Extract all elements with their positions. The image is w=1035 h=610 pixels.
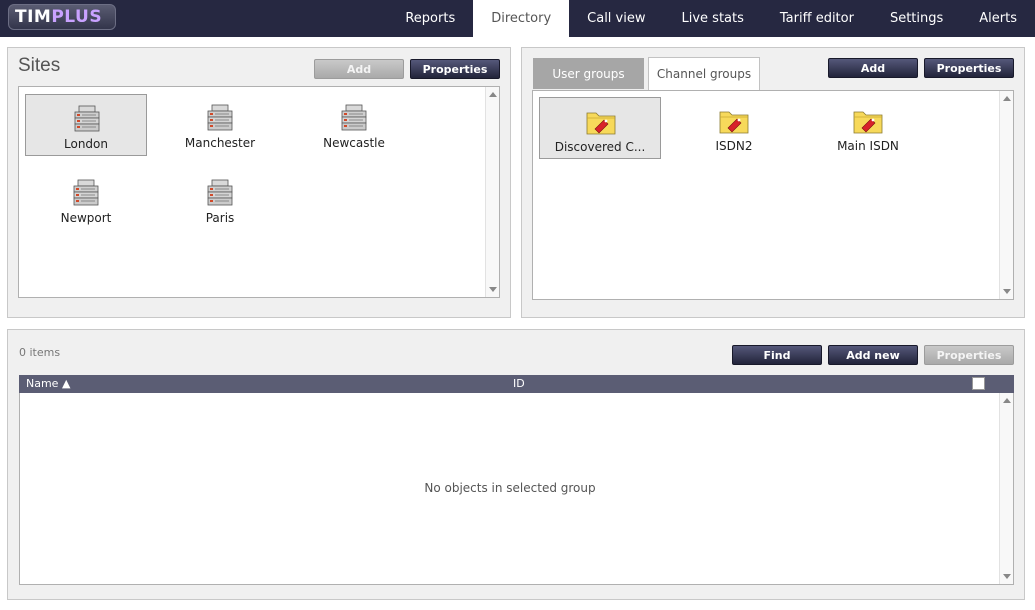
nav-live-stats[interactable]: Live stats — [664, 0, 762, 37]
scroll-down-arrow-icon[interactable] — [489, 287, 497, 292]
server-icon — [73, 179, 99, 206]
group-label: Discovered C... — [554, 140, 646, 154]
site-label: Newcastle — [323, 136, 385, 150]
top-navigation-bar: TIMPLUS Reports Directory Call view Live… — [0, 0, 1035, 37]
empty-message: No objects in selected group — [424, 481, 596, 495]
site-tile-london[interactable]: London — [25, 94, 147, 156]
sites-title: Sites — [18, 55, 61, 76]
group-label: Main ISDN — [837, 139, 899, 153]
site-tile-newport[interactable]: Newport — [25, 169, 147, 231]
folder-icon — [853, 111, 883, 134]
groups-panel: User groups Channel groups Add Propertie… — [521, 47, 1025, 318]
scroll-up-arrow-icon[interactable] — [1003, 398, 1011, 403]
add-new-button[interactable]: Add new — [828, 345, 918, 365]
timplus-logo[interactable]: TIMPLUS — [8, 4, 116, 30]
group-label: ISDN2 — [715, 139, 753, 153]
logo-text-tim: TIM — [15, 7, 52, 27]
server-icon — [207, 179, 233, 206]
nav-directory[interactable]: Directory — [473, 0, 570, 37]
sites-scrollbar[interactable] — [485, 87, 499, 297]
nav-alerts[interactable]: Alerts — [961, 0, 1035, 37]
sites-list[interactable]: London Manchester Newcastle Newport Pari… — [18, 86, 500, 298]
nav-call-view[interactable]: Call view — [569, 0, 663, 37]
logo-text-plus: PLUS — [51, 7, 103, 27]
site-label: Manchester — [184, 136, 256, 150]
site-label: London — [64, 137, 108, 151]
server-icon — [74, 105, 100, 132]
server-icon — [207, 104, 233, 131]
nav-tariff-editor[interactable]: Tariff editor — [762, 0, 872, 37]
scroll-up-arrow-icon[interactable] — [489, 92, 497, 97]
scroll-down-arrow-icon[interactable] — [1003, 289, 1011, 294]
objects-scrollbar[interactable] — [999, 393, 1013, 584]
tab-user-groups[interactable]: User groups — [533, 58, 644, 89]
select-all-checkbox[interactable] — [972, 377, 985, 390]
scroll-down-arrow-icon[interactable] — [1003, 574, 1011, 579]
sites-panel: Sites Add Properties London Manchester N… — [7, 47, 511, 318]
groups-add-button[interactable]: Add — [828, 58, 918, 78]
site-tile-paris[interactable]: Paris — [159, 169, 281, 231]
site-tile-manchester[interactable]: Manchester — [159, 94, 281, 156]
sites-add-button[interactable]: Add — [314, 59, 404, 79]
groups-properties-button[interactable]: Properties — [924, 58, 1014, 78]
site-tile-newcastle[interactable]: Newcastle — [293, 94, 415, 156]
objects-table-body[interactable]: No objects in selected group — [19, 393, 1014, 585]
groups-scrollbar[interactable] — [999, 91, 1013, 299]
column-header-name[interactable]: Name ▲ — [26, 375, 70, 393]
site-label: Paris — [205, 211, 235, 225]
objects-properties-button[interactable]: Properties — [924, 345, 1014, 365]
column-header-id[interactable]: ID — [513, 375, 525, 393]
server-icon — [341, 104, 367, 131]
group-tile-main-isdn[interactable]: Main ISDN — [807, 97, 929, 159]
scroll-up-arrow-icon[interactable] — [1003, 96, 1011, 101]
nav-reports[interactable]: Reports — [387, 0, 473, 37]
folder-icon — [719, 111, 749, 134]
group-tile-isdn2[interactable]: ISDN2 — [673, 97, 795, 159]
sites-properties-button[interactable]: Properties — [410, 59, 500, 79]
site-label: Newport — [60, 211, 112, 225]
nav-settings[interactable]: Settings — [872, 0, 961, 37]
tab-channel-groups[interactable]: Channel groups — [648, 57, 760, 90]
find-button[interactable]: Find — [732, 345, 822, 365]
folder-icon — [586, 112, 616, 135]
group-tile-discovered[interactable]: Discovered C... — [539, 97, 661, 159]
main-nav: Reports Directory Call view Live stats T… — [387, 0, 1035, 37]
groups-list[interactable]: Discovered C... ISDN2 Main ISDN — [532, 90, 1014, 300]
items-count: 0 items — [19, 346, 61, 359]
objects-table-header: Name ▲ ID — [19, 375, 1014, 393]
